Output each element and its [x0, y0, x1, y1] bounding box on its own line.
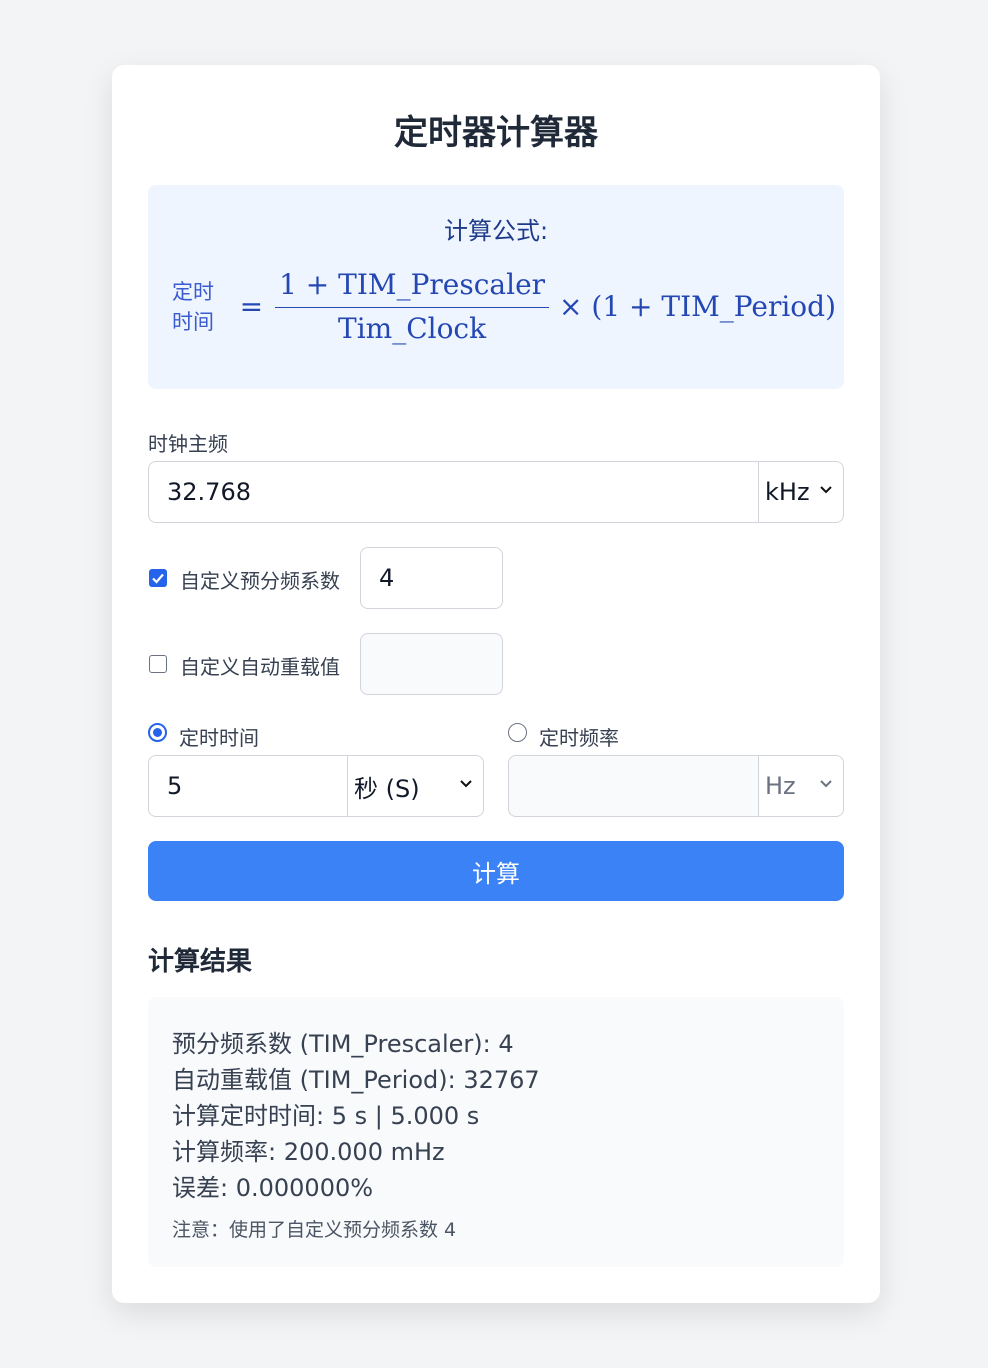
chevron-down-icon	[820, 780, 832, 788]
time-unit-select[interactable]: 秒 (S)	[347, 755, 484, 817]
formula-numerator: 1 + TIM_Prescaler	[275, 268, 550, 308]
clock-label: 时钟主频	[148, 432, 228, 456]
calculate-button[interactable]: 计算	[148, 841, 844, 901]
reload-input[interactable]	[360, 633, 503, 695]
prescaler-checkbox[interactable]	[149, 569, 167, 587]
check-icon	[152, 573, 164, 584]
freq-mode-label: 定时频率	[539, 726, 619, 750]
clock-unit-select[interactable]: kHz	[758, 461, 844, 523]
time-mode-radio[interactable]	[148, 723, 167, 742]
freq-unit-value: Hz	[765, 772, 796, 800]
result-time: 计算定时时间: 5 s | 5.000 s	[172, 1102, 480, 1130]
clock-input[interactable]: 32.768	[148, 461, 759, 523]
formula-expression: 定时时间 = 1 + TIM_Prescaler Tim_Clock × (1 …	[172, 263, 844, 349]
reload-checkbox[interactable]	[149, 655, 167, 673]
result-prescaler: 预分频系数 (TIM_Prescaler): 4	[172, 1030, 514, 1058]
chevron-down-icon	[820, 486, 832, 494]
freq-mode-radio[interactable]	[508, 723, 527, 742]
formula-equals: =	[239, 289, 264, 323]
prescaler-input[interactable]: 4	[360, 547, 503, 609]
results-panel: 预分频系数 (TIM_Prescaler): 4 自动重载值 (TIM_Peri…	[148, 997, 844, 1267]
result-error: 误差: 0.000000%	[172, 1174, 374, 1202]
freq-unit-select[interactable]: Hz	[758, 755, 844, 817]
chevron-down-icon	[460, 780, 472, 788]
freq-input[interactable]	[508, 755, 759, 817]
reload-label: 自定义自动重载值	[180, 655, 340, 679]
formula-heading: 计算公式:	[443, 217, 549, 245]
result-frequency: 计算频率: 200.000 mHz	[172, 1138, 445, 1166]
formula-denominator: Tim_Clock	[338, 311, 487, 345]
formula-times-part: × (1 + TIM_Period)	[559, 289, 836, 323]
time-input[interactable]: 5	[148, 755, 348, 817]
time-mode-label: 定时时间	[179, 726, 259, 750]
time-unit-value: 秒 (S)	[354, 774, 420, 803]
result-period: 自动重载值 (TIM_Period): 32767	[172, 1066, 540, 1094]
clock-unit-value: kHz	[765, 478, 810, 506]
formula-panel: 计算公式: 定时时间 = 1 + TIM_Prescaler Tim_Clock…	[148, 185, 844, 389]
results-title: 计算结果	[148, 947, 253, 977]
formula-fraction: 1 + TIM_Prescaler Tim_Clock	[275, 268, 550, 345]
formula-lhs: 定时时间	[172, 280, 214, 334]
prescaler-label: 自定义预分频系数	[180, 569, 340, 593]
calculator-card: 定时器计算器 计算公式: 定时时间 = 1 + TIM_Prescaler Ti…	[112, 65, 880, 1303]
page-title: 定时器计算器	[394, 113, 598, 153]
result-note: 注意：使用了自定义预分频系数 4	[172, 1219, 457, 1241]
